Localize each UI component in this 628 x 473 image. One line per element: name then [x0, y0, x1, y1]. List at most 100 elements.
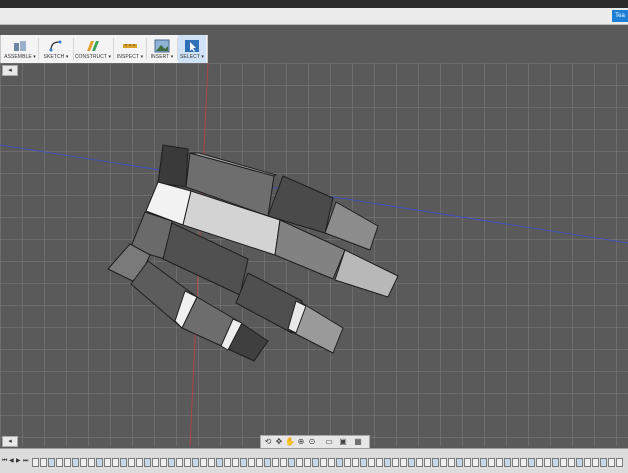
timeline-feature-icon[interactable]	[424, 458, 431, 467]
timeline-feature-icon[interactable]	[608, 458, 615, 467]
timeline-feature-icon[interactable]	[200, 458, 207, 467]
timeline-feature-icon[interactable]	[136, 458, 143, 467]
timeline-feature-icon[interactable]	[472, 458, 479, 467]
timeline-feature-icon[interactable]	[112, 458, 119, 467]
timeline-feature-icon[interactable]	[120, 458, 127, 467]
insert-tool[interactable]: INSERT ▾	[148, 35, 176, 63]
timeline-feature-icon[interactable]	[360, 458, 367, 467]
team-button[interactable]: Tea	[612, 10, 628, 22]
timeline-feature-icon[interactable]	[344, 458, 351, 467]
timeline-feature-icon[interactable]	[40, 458, 47, 467]
timeline-play-button[interactable]: ▶	[16, 457, 22, 465]
timeline-feature-icon[interactable]	[176, 458, 183, 467]
zoom-window-icon[interactable]: ⊙	[307, 437, 317, 447]
timeline-feature-icon[interactable]	[480, 458, 487, 467]
timeline-feature-icon[interactable]	[576, 458, 583, 467]
orbit-icon[interactable]: ⟲	[263, 437, 273, 447]
timeline-feature-icon[interactable]	[488, 458, 495, 467]
timeline-feature-icon[interactable]	[328, 458, 335, 467]
timeline-prev-button[interactable]: ◀	[9, 457, 15, 465]
timeline-feature-icon[interactable]	[240, 458, 247, 467]
timeline-feature-icon[interactable]	[224, 458, 231, 467]
timeline-feature-icon[interactable]	[48, 458, 55, 467]
timeline-feature-icon[interactable]	[152, 458, 159, 467]
timeline-feature-icon[interactable]	[144, 458, 151, 467]
timeline-feature-icon[interactable]	[296, 458, 303, 467]
timeline-feature-icon[interactable]	[168, 458, 175, 467]
timeline-feature-icon[interactable]	[312, 458, 319, 467]
timeline-feature-icon[interactable]	[496, 458, 503, 467]
grid-icon[interactable]: ▦	[353, 437, 363, 447]
timeline-feature-icon[interactable]	[416, 458, 423, 467]
pan-icon[interactable]: ✥	[274, 437, 284, 447]
timeline-feature-icon[interactable]	[280, 458, 287, 467]
timeline-feature-icon[interactable]	[544, 458, 551, 467]
timeline-feature-icon[interactable]	[512, 458, 519, 467]
timeline-feature-icon[interactable]	[528, 458, 535, 467]
timeline-feature-icon[interactable]	[432, 458, 439, 467]
timeline-feature-icon[interactable]	[552, 458, 559, 467]
timeline-feature-icon[interactable]	[504, 458, 511, 467]
body-block[interactable]	[157, 144, 189, 188]
timeline-feature-icon[interactable]	[184, 458, 191, 467]
viewport-collapse-button[interactable]: ◂	[2, 65, 18, 76]
timeline-feature-icon[interactable]	[368, 458, 375, 467]
timeline-feature-icon[interactable]	[584, 458, 591, 467]
body-block[interactable]	[324, 201, 379, 251]
timeline-feature-icon[interactable]	[32, 458, 39, 467]
timeline-feature-icon[interactable]	[192, 458, 199, 467]
timeline-feature-icon[interactable]	[392, 458, 399, 467]
construct-tool[interactable]: CONSTRUCT ▾	[74, 35, 112, 63]
timeline-feature-icon[interactable]	[376, 458, 383, 467]
model-bodies[interactable]	[107, 144, 399, 362]
select-tool[interactable]: SELECT ▾	[178, 35, 206, 63]
timeline-feature-icon[interactable]	[456, 458, 463, 467]
timeline-feature-icon[interactable]	[128, 458, 135, 467]
timeline-first-button[interactable]: ⏮	[2, 457, 8, 465]
timeline-feature-icon[interactable]	[232, 458, 239, 467]
timeline-feature-icon[interactable]	[352, 458, 359, 467]
timeline-feature-icon[interactable]	[520, 458, 527, 467]
timeline-feature-icon[interactable]	[160, 458, 167, 467]
inspect-tool[interactable]: INSPECT ▾	[115, 35, 145, 63]
assemble-tool[interactable]: ASSEMBLE ▾	[3, 35, 37, 63]
timeline-feature-icon[interactable]	[400, 458, 407, 467]
timeline-feature-icon[interactable]	[96, 458, 103, 467]
timeline-feature-icon[interactable]	[536, 458, 543, 467]
timeline-feature-icon[interactable]	[256, 458, 263, 467]
timeline-feature-icon[interactable]	[336, 458, 343, 467]
timeline-feature-icon[interactable]	[616, 458, 623, 467]
timeline-feature-icon[interactable]	[448, 458, 455, 467]
sketch-tool[interactable]: SKETCH ▾	[40, 35, 72, 63]
timeline-feature-icon[interactable]	[104, 458, 111, 467]
timeline-feature-icon[interactable]	[304, 458, 311, 467]
visual-style-icon[interactable]: ▣	[338, 437, 348, 447]
canvas-viewport[interactable]: ◂ ◂	[0, 63, 628, 447]
timeline-feature-icon[interactable]	[592, 458, 599, 467]
timeline-feature-icon[interactable]	[384, 458, 391, 467]
timeline-feature-icon[interactable]	[56, 458, 63, 467]
timeline-feature-icon[interactable]	[80, 458, 87, 467]
timeline-feature-icon[interactable]	[440, 458, 447, 467]
timeline-feature-icon[interactable]	[408, 458, 415, 467]
timeline-feature-icon[interactable]	[600, 458, 607, 467]
timeline-feature-icon[interactable]	[248, 458, 255, 467]
timeline-feature-icon[interactable]	[464, 458, 471, 467]
browser-collapse-button[interactable]: ◂	[2, 436, 18, 447]
timeline-feature-icon[interactable]	[208, 458, 215, 467]
timeline-feature-icon[interactable]	[560, 458, 567, 467]
timeline-feature-icon[interactable]	[64, 458, 71, 467]
timeline-feature-icon[interactable]	[72, 458, 79, 467]
timeline-feature-icon[interactable]	[264, 458, 271, 467]
timeline-feature-icon[interactable]	[216, 458, 223, 467]
zoom-icon[interactable]: ⊕	[296, 437, 306, 447]
hand-icon[interactable]: ✋	[285, 437, 295, 447]
timeline-feature-icon[interactable]	[272, 458, 279, 467]
body-block[interactable]	[334, 249, 399, 298]
timeline-feature-icon[interactable]	[568, 458, 575, 467]
timeline-feature-icon[interactable]	[320, 458, 327, 467]
display-icon[interactable]: ▭	[324, 437, 334, 447]
timeline-feature-icon[interactable]	[288, 458, 295, 467]
timeline-last-button[interactable]: ⏭	[23, 457, 29, 465]
timeline-feature-icon[interactable]	[88, 458, 95, 467]
